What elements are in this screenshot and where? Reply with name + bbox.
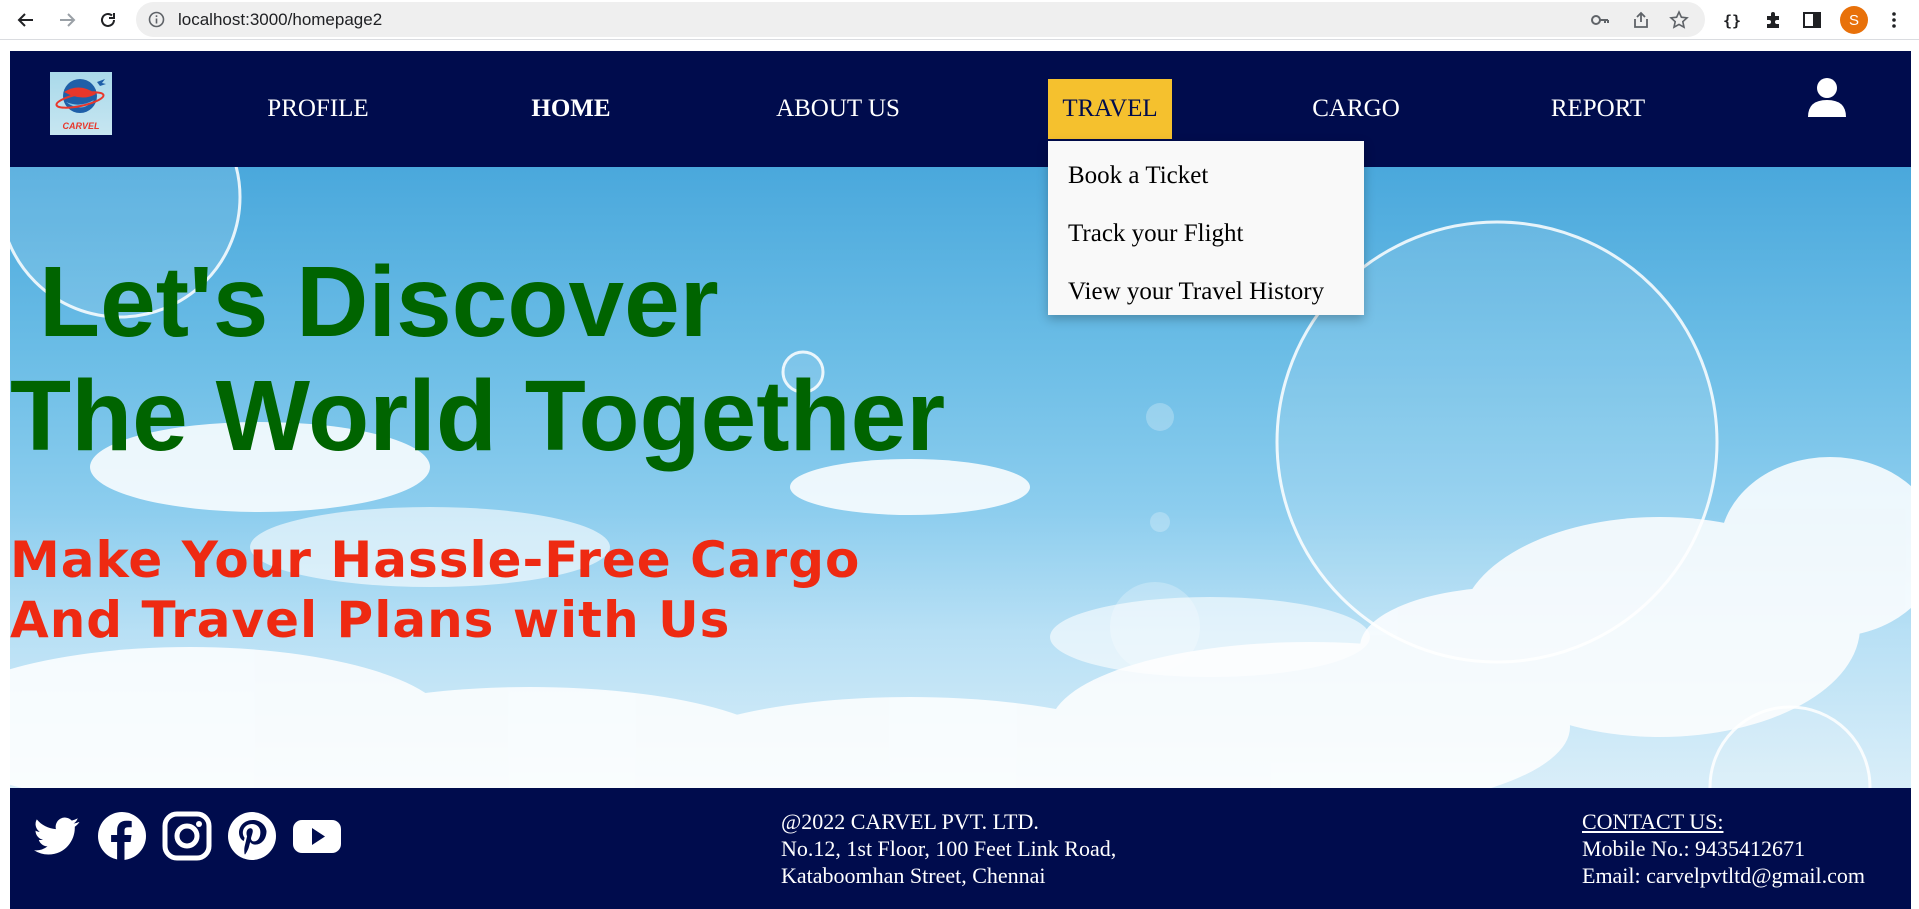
side-panel-icon[interactable] xyxy=(1800,8,1824,32)
menu-item-book-ticket[interactable]: Book a Ticket xyxy=(1048,147,1364,205)
company-address: @2022 CARVEL PVT. LTD. No.12, 1st Floor,… xyxy=(781,808,1116,889)
address-bar[interactable]: localhost:3000/homepage2 xyxy=(136,2,1705,37)
hero-subtitle-line1: Make Your Hassle-Free Cargo xyxy=(10,531,861,589)
password-key-icon[interactable] xyxy=(1590,10,1610,30)
menu-item-track-flight[interactable]: Track your Flight xyxy=(1048,205,1364,263)
instagram-icon[interactable] xyxy=(162,811,212,861)
top-navbar: CARVEL PROFILE HOME ABOUT US TRAVEL CARG… xyxy=(10,51,1911,167)
back-arrow-icon xyxy=(17,13,33,27)
footer: @2022 CARVEL PVT. LTD. No.12, 1st Floor,… xyxy=(10,788,1911,909)
extensions-puzzle-icon[interactable] xyxy=(1761,8,1785,32)
nav-travel[interactable]: TRAVEL xyxy=(1048,79,1172,139)
hero-title: Let's Discover The World Together xyxy=(10,245,945,473)
menu-kebab-icon[interactable] xyxy=(1882,8,1906,32)
twitter-icon[interactable] xyxy=(32,811,82,861)
contact-heading: CONTACT US: xyxy=(1582,809,1724,834)
browser-toolbar: localhost:3000/homepage2 {} S xyxy=(0,0,1919,40)
globe-logo-icon: CARVEL xyxy=(55,79,106,131)
hero-title-line1: Let's Discover xyxy=(39,246,719,358)
contact-email[interactable]: Email: carvelpvtltd@gmail.com xyxy=(1582,862,1865,889)
nav-home[interactable]: HOME xyxy=(513,79,629,139)
company-name: @2022 CARVEL PVT. LTD. xyxy=(781,809,1039,834)
page-viewport: CARVEL PROFILE HOME ABOUT US TRAVEL CARG… xyxy=(10,51,1911,909)
travel-dropdown-menu: Book a Ticket Track your Flight View you… xyxy=(1048,141,1364,315)
user-account-icon[interactable] xyxy=(1806,77,1848,117)
pinterest-icon[interactable] xyxy=(227,811,277,861)
address-line1: No.12, 1st Floor, 100 Feet Link Road, xyxy=(781,836,1117,861)
youtube-icon[interactable] xyxy=(292,811,342,861)
hero-subtitle: Make Your Hassle-Free Cargo And Travel P… xyxy=(10,530,860,650)
profile-avatar[interactable]: S xyxy=(1840,6,1868,34)
bookmark-star-icon[interactable] xyxy=(1669,10,1689,30)
site-info-icon[interactable] xyxy=(148,11,165,28)
nav-profile[interactable]: PROFILE xyxy=(246,79,390,139)
forward-button[interactable] xyxy=(53,6,81,34)
hero-banner: Let's Discover The World Together Make Y… xyxy=(10,167,1911,788)
devtools-braces-icon[interactable]: {} xyxy=(1720,8,1744,32)
nav-about-us[interactable]: ABOUT US xyxy=(764,79,912,139)
back-button[interactable] xyxy=(12,6,40,34)
svg-text:{}: {} xyxy=(1723,12,1741,30)
hero-subtitle-line2: And Travel Plans with Us xyxy=(10,591,731,649)
logo-text: CARVEL xyxy=(62,121,99,131)
carvel-logo[interactable]: CARVEL xyxy=(50,72,112,135)
contact-info: CONTACT US: Mobile No.: 9435412671 Email… xyxy=(1582,808,1865,889)
contact-mobile: Mobile No.: 9435412671 xyxy=(1582,836,1806,861)
hero-title-line2: The World Together xyxy=(10,360,946,472)
address-line2: Kataboomhan Street, Chennai xyxy=(781,863,1046,888)
reload-icon xyxy=(101,12,115,27)
menu-item-travel-history[interactable]: View your Travel History xyxy=(1048,263,1364,321)
facebook-icon[interactable] xyxy=(97,811,147,861)
share-icon[interactable] xyxy=(1631,10,1651,30)
nav-report[interactable]: REPORT xyxy=(1535,79,1661,139)
url-text: localhost:3000/homepage2 xyxy=(178,10,383,29)
reload-button[interactable] xyxy=(94,6,122,34)
nav-cargo[interactable]: CARGO xyxy=(1296,79,1416,139)
forward-arrow-icon xyxy=(60,13,76,27)
